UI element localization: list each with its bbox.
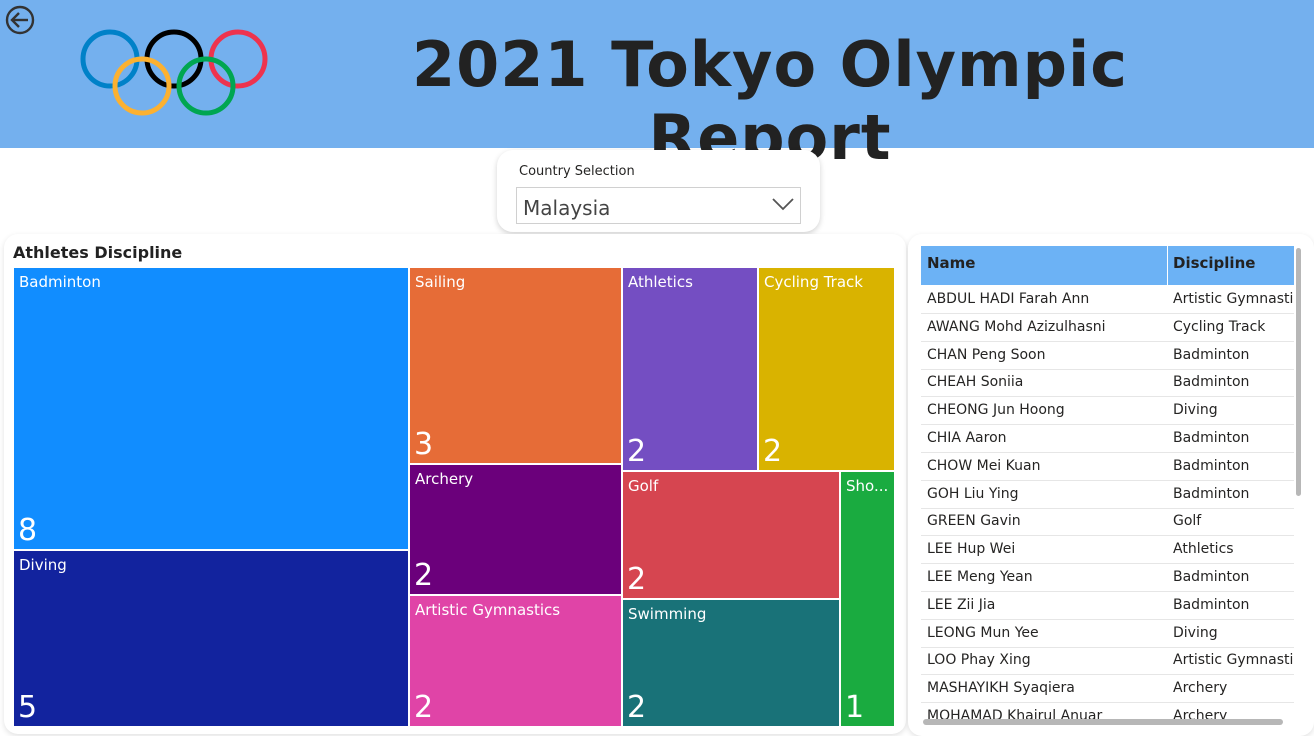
column-header-discipline[interactable]: Discipline (1173, 254, 1255, 272)
tile-count: 2 (414, 558, 434, 593)
tile-count: 1 (845, 690, 865, 725)
table-row[interactable]: CHAN Peng Soon Badminton (921, 342, 1294, 370)
table-row[interactable]: LOO Phay Xing Artistic Gymnastics (921, 647, 1294, 676)
tile-count: 2 (627, 562, 647, 597)
tile-label: Cycling Track (764, 273, 863, 291)
tile-label: Athletics (628, 273, 693, 291)
discipline-cell: Artistic Gymnastics (1173, 652, 1294, 669)
athlete-name-cell: LEE Meng Yean (927, 569, 1033, 585)
table-row[interactable]: ABDUL HADI Farah Ann Artistic Gymnastics (921, 286, 1294, 314)
treemap-tile-artistic-gymnastics[interactable]: Artistic Gymnastics 2 (409, 595, 622, 727)
discipline-cell: Badminton (1173, 596, 1250, 613)
discipline-cell: Badminton (1173, 569, 1250, 585)
treemap-tile-shooting[interactable]: Sho... 1 (840, 471, 895, 727)
tile-label: Swimming (628, 605, 707, 623)
athlete-name-cell: CHAN Peng Soon (927, 346, 1046, 363)
table-header: Name Discipline (921, 246, 1294, 285)
table-row[interactable]: LEONG Mun Yee Diving (921, 620, 1294, 648)
tile-count: 2 (414, 690, 434, 725)
treemap-tile-badminton[interactable]: Badminton 8 (13, 267, 409, 550)
discipline-cell: Badminton (1173, 430, 1250, 446)
athlete-name-cell: CHEAH Soniia (927, 374, 1024, 391)
discipline-cell: Archery (1173, 680, 1228, 697)
tile-label: Artistic Gymnastics (415, 601, 561, 619)
table-row[interactable]: CHEONG Jun Hoong Diving (921, 397, 1294, 426)
table-row[interactable]: LEE Meng Yean Badminton (921, 564, 1294, 592)
treemap-tile-diving[interactable]: Diving 5 (13, 550, 409, 727)
tile-label: Archery (415, 470, 474, 488)
table-row[interactable]: AWANG Mohd Azizulhasni Cycling Track (921, 314, 1294, 342)
athlete-name-cell: LEE Hup Wei (927, 541, 1016, 558)
tile-count: 2 (763, 434, 783, 469)
table-row[interactable]: CHOW Mei Kuan Badminton (921, 453, 1294, 481)
discipline-cell: Badminton (1173, 485, 1250, 502)
treemap-tile-cycling-track[interactable]: Cycling Track 2 (758, 267, 895, 471)
athlete-name-cell: MASHAYIKH Syaqiera (927, 680, 1075, 697)
back-arrow-circle-icon[interactable] (4, 4, 36, 36)
tile-count: 8 (18, 513, 38, 548)
olympic-rings-logo (80, 29, 268, 116)
athletes-table: Name Discipline ABDUL HADI Farah Ann Arti… (921, 246, 1294, 720)
athlete-name-cell: LEE Zii Jia (927, 596, 996, 613)
discipline-cell: Diving (1173, 624, 1218, 641)
athlete-name-cell: AWANG Mohd Azizulhasni (927, 318, 1106, 335)
chevron-down-icon[interactable] (772, 196, 794, 212)
tile-label: Sho... (846, 477, 889, 495)
table-row[interactable]: LEE Zii Jia Badminton (921, 592, 1294, 620)
athlete-name-cell: GREEN Gavin (927, 513, 1021, 530)
discipline-cell: Athletics (1173, 541, 1234, 558)
country-dropdown[interactable]: Malaysia (516, 187, 801, 224)
athlete-name-cell: GOH Liu Ying (927, 485, 1019, 502)
discipline-cell: Badminton (1173, 346, 1250, 363)
tile-label: Golf (628, 477, 659, 495)
discipline-cell: Badminton (1173, 374, 1250, 391)
report-header: 2021 Tokyo Olympic Report (0, 0, 1314, 174)
athlete-name-cell: LOO Phay Xing (927, 652, 1031, 669)
athlete-name-cell: CHOW Mei Kuan (927, 457, 1041, 474)
table-row[interactable]: MOHAMAD Khairul Anuar Archery (921, 703, 1294, 720)
discipline-cell: Badminton (1173, 457, 1250, 474)
treemap-tile-athletics[interactable]: Athletics 2 (622, 267, 758, 471)
table-row[interactable]: CHIA Aaron Badminton (921, 425, 1294, 453)
table-row[interactable]: GOH Liu Ying Badminton (921, 481, 1294, 509)
discipline-cell: Diving (1173, 402, 1218, 419)
athlete-name-cell: CHIA Aaron (927, 430, 1007, 446)
treemap-title: Athletes Discipline (13, 243, 183, 262)
slicer-label: Country Selection (519, 164, 635, 179)
tile-count: 2 (627, 434, 647, 469)
discipline-cell: Cycling Track (1173, 318, 1266, 335)
treemap-tile-swimming[interactable]: Swimming 2 (622, 599, 840, 727)
column-header-name[interactable]: Name (927, 254, 975, 272)
treemap-tile-sailing[interactable]: Sailing 3 (409, 267, 622, 464)
country-selection-slicer: Country Selection Malaysia (497, 150, 820, 232)
table-row[interactable]: MASHAYIKH Syaqiera Archery (921, 675, 1294, 704)
athlete-name-cell: LEONG Mun Yee (927, 624, 1039, 641)
table-row[interactable]: LEE Hup Wei Athletics (921, 536, 1294, 565)
athletes-discipline-treemap: Badminton 8 Diving 5 Sailing 3 Archery 2… (13, 267, 895, 727)
table-row[interactable]: CHEAH Soniia Badminton (921, 369, 1294, 398)
discipline-cell: Golf (1173, 513, 1202, 530)
table-horizontal-scrollbar[interactable] (923, 719, 1283, 725)
table-row[interactable]: GREEN Gavin Golf (921, 508, 1294, 537)
discipline-cell: Artistic Gymnastics (1173, 291, 1294, 307)
athlete-name-cell: ABDUL HADI Farah Ann (927, 291, 1090, 307)
tile-label: Sailing (415, 273, 466, 291)
treemap-tile-archery[interactable]: Archery 2 (409, 464, 622, 595)
tile-count: 2 (627, 690, 647, 725)
tile-label: Diving (19, 556, 67, 574)
athlete-name-cell: CHEONG Jun Hoong (927, 402, 1065, 419)
table-vertical-scrollbar[interactable] (1296, 248, 1301, 496)
treemap-tile-golf[interactable]: Golf 2 (622, 471, 840, 599)
tile-label: Badminton (19, 273, 101, 291)
column-divider (1167, 246, 1168, 285)
country-dropdown-value: Malaysia (523, 196, 611, 220)
tile-count: 5 (18, 690, 38, 725)
tile-count: 3 (414, 427, 434, 462)
